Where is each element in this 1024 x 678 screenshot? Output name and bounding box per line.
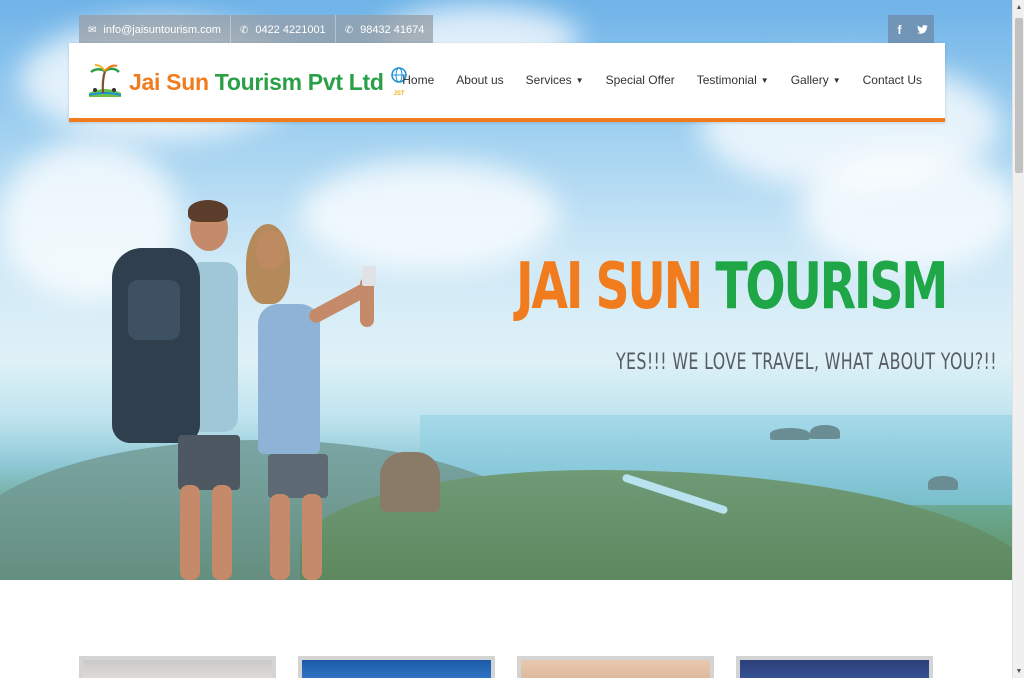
nav-special-offer[interactable]: Special Offer	[606, 73, 675, 87]
nav-gallery[interactable]: Gallery ▼	[791, 73, 841, 87]
phone-icon: ✆	[344, 24, 354, 36]
service-card-2[interactable]	[298, 656, 495, 678]
phone-text-1: 0422 4221001	[255, 24, 326, 36]
hero-headline-orange: JAI SUN	[516, 250, 716, 324]
nav-contact-us[interactable]: Contact Us	[863, 73, 922, 87]
hero-headline-green: TOURISM	[715, 250, 948, 324]
nav-home-label: Home	[402, 73, 435, 87]
email-text: info@jaisuntourism.com	[103, 24, 221, 36]
service-card-1[interactable]	[79, 656, 276, 678]
traveler-man-image	[108, 200, 258, 580]
nav-testimonial-label: Testimonial	[696, 73, 757, 87]
service-card-3[interactable]	[517, 656, 714, 678]
envelope-icon: ✉	[88, 24, 97, 36]
service-card-image	[521, 660, 710, 678]
hero-headline: JAI SUN TOURISM	[516, 250, 948, 324]
nav-special-offer-label: Special Offer	[605, 73, 675, 87]
nav-gallery-label: Gallery	[790, 73, 829, 87]
phone-icon: ✆	[239, 24, 249, 36]
site-header: Jai Sun Tourism Pvt Ltd JST Home About u…	[69, 43, 945, 122]
scrollbar-thumb[interactable]	[1015, 18, 1023, 173]
service-card-image	[83, 660, 272, 678]
social-links: f	[888, 15, 934, 44]
logo-text-green: Tourism Pvt Ltd	[214, 68, 384, 95]
phone-contact-1[interactable]: ✆ 0422 4221001	[231, 15, 336, 45]
scroll-down-arrow-icon[interactable]: ▼	[1013, 664, 1024, 678]
logo-text-orange: Jai Sun	[129, 68, 215, 95]
nav-about-label: About us	[456, 73, 504, 87]
scroll-up-arrow-icon[interactable]: ▲	[1013, 0, 1024, 14]
nav-services[interactable]: Services ▼	[526, 73, 584, 87]
hero-tagline: YES!!! WE LOVE TRAVEL, WHAT ABOUT YOU?!!	[616, 350, 997, 375]
service-card-4[interactable]	[736, 656, 933, 678]
chevron-down-icon: ▼	[760, 75, 769, 85]
facebook-icon[interactable]: f	[888, 15, 911, 44]
contact-bar: ✉ info@jaisuntourism.com ✆ 0422 4221001 …	[79, 15, 434, 45]
phone-text-2: 98432 41674	[360, 24, 425, 36]
nav-contact-label: Contact Us	[862, 73, 922, 87]
logo-badge: JST	[393, 91, 404, 97]
service-card-image	[302, 660, 491, 678]
chevron-down-icon: ▼	[832, 75, 841, 85]
nav-services-label: Services	[525, 73, 572, 87]
service-card-image	[740, 660, 929, 678]
twitter-icon[interactable]	[911, 15, 934, 44]
palm-tree-logo-icon	[87, 63, 123, 101]
page: ✉ info@jaisuntourism.com ✆ 0422 4221001 …	[0, 0, 1024, 678]
traveler-woman-image	[240, 222, 390, 580]
logo-text: Jai Sun Tourism Pvt Ltd	[129, 69, 384, 96]
chevron-down-icon: ▼	[575, 75, 584, 85]
nav-home[interactable]: Home	[402, 73, 434, 87]
main-nav: Home About us Services ▼ Special Offer Te…	[402, 73, 922, 87]
nav-about-us[interactable]: About us	[456, 73, 503, 87]
site-logo[interactable]: Jai Sun Tourism Pvt Ltd JST	[87, 63, 408, 101]
vertical-scrollbar[interactable]: ▲ ▼	[1012, 0, 1024, 678]
email-contact[interactable]: ✉ info@jaisuntourism.com	[79, 15, 231, 45]
nav-testimonial[interactable]: Testimonial ▼	[697, 73, 769, 87]
phone-contact-2[interactable]: ✆ 98432 41674	[336, 15, 434, 45]
